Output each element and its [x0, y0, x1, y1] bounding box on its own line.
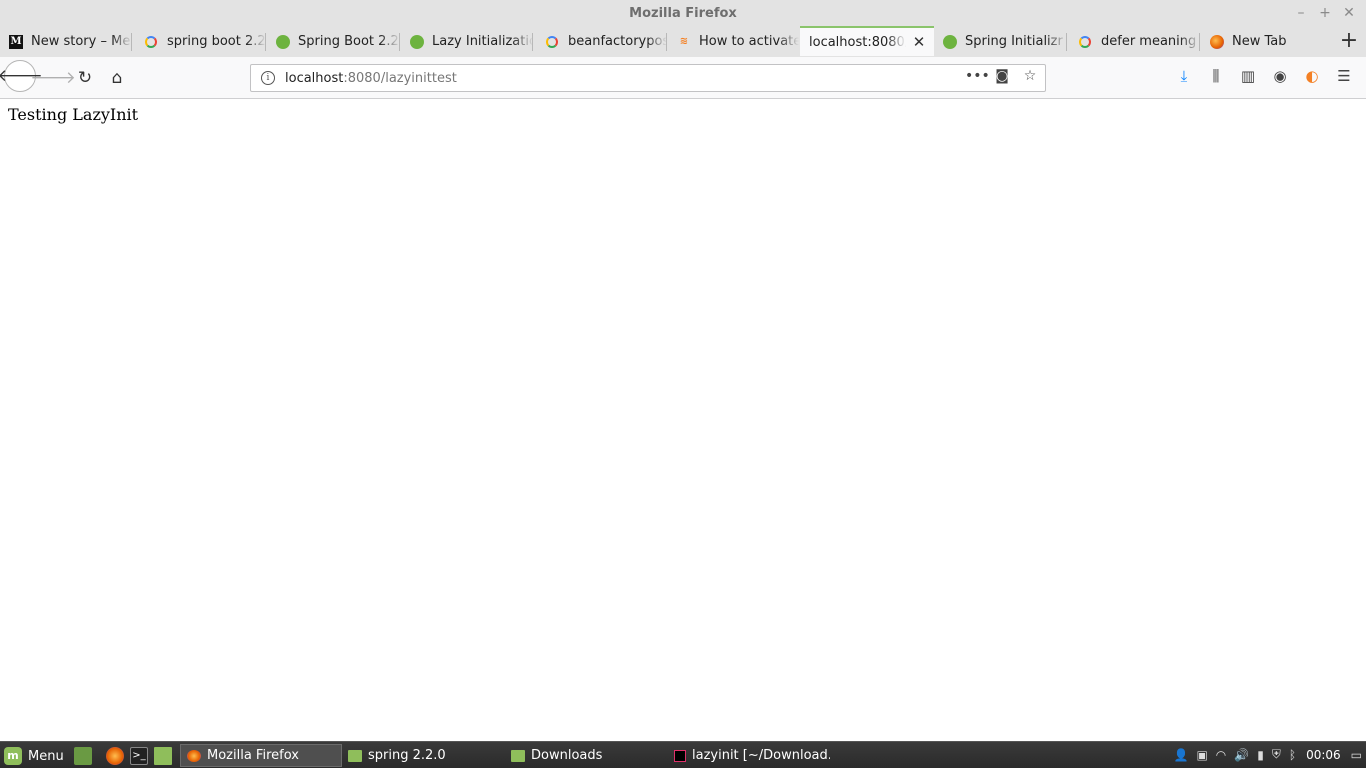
pocket-icon[interactable]: ◙	[993, 68, 1011, 84]
tab-spring-initializr[interactable]: Spring Initializr	[934, 27, 1067, 56]
tab-localhost-active[interactable]: localhost:8080/lazyinittest ✕	[800, 26, 934, 56]
tab-label: How to activate	[699, 34, 799, 49]
spring-icon	[410, 34, 424, 49]
window-titlebar[interactable]: Mozilla Firefox – + ✕	[0, 0, 1366, 27]
account-icon[interactable]: ◉	[1264, 67, 1296, 85]
mint-logo-icon: m	[4, 747, 22, 765]
close-tab-icon[interactable]: ✕	[912, 33, 926, 51]
clipboard-icon[interactable]: ▣	[1196, 748, 1207, 762]
home-icon: ⌂	[111, 68, 123, 88]
extension-icon[interactable]: ◐	[1296, 67, 1328, 85]
forward-button[interactable]: 🡒	[30, 65, 76, 91]
tab-label: defer meaning -	[1101, 34, 1200, 49]
shield-icon[interactable]: ⛨	[1272, 747, 1281, 762]
google-icon	[145, 35, 157, 48]
spring-icon	[943, 34, 957, 49]
taskbar-window-label: spring 2.2.0	[368, 748, 446, 763]
maximize-icon[interactable]: +	[1318, 4, 1332, 22]
taskbar-window-spring[interactable]: spring 2.2.0	[342, 744, 504, 767]
toolbar-right: ⤓ ⫼ ▥ ◉ ◐ ☰	[1168, 67, 1360, 85]
tab-strip: M New story – Medium spring boot 2.2.0 S…	[0, 26, 1366, 57]
google-icon	[546, 35, 558, 48]
tab-stackoverflow[interactable]: ≋ How to activate	[667, 27, 799, 56]
hamburger-menu-icon[interactable]: ☰	[1328, 67, 1360, 85]
close-window-icon[interactable]: ✕	[1342, 4, 1356, 22]
tab-label: New story – Medium	[31, 34, 132, 49]
tab-label: Spring Boot 2.2.0	[298, 34, 400, 49]
tab-spring-boot[interactable]: Spring Boot 2.2.0	[267, 27, 400, 56]
url-path: :8080/lazyinittest	[343, 70, 457, 86]
system-tray: 👤 ▣ ◠ 🔊 ▮ ⛨ ᛒ 00:06 ▭	[1174, 747, 1363, 762]
intellij-icon	[674, 749, 686, 762]
menu-label: Menu	[28, 748, 64, 764]
navigation-toolbar: 🡐 🡒 ↻ ⌂ i localhost:8080/lazyinittest ••…	[0, 57, 1366, 99]
tab-google-spring-boot[interactable]: spring boot 2.2.0	[133, 27, 266, 56]
tab-label: New Tab	[1232, 34, 1287, 49]
google-icon	[1079, 35, 1091, 48]
firefox-icon	[187, 749, 201, 762]
tab-defer-meaning[interactable]: defer meaning -	[1067, 27, 1200, 56]
url-host: localhost	[285, 70, 344, 86]
wifi-icon[interactable]: ◠	[1216, 748, 1226, 762]
page-content: Testing LazyInit	[0, 99, 1366, 741]
tab-label: spring boot 2.2.0	[167, 34, 266, 49]
library-icon[interactable]: ⫼	[1200, 67, 1232, 85]
taskbar-window-label: Downloads	[531, 748, 603, 763]
sidebar-icon[interactable]: ▥	[1232, 67, 1264, 85]
clock[interactable]: 00:06	[1306, 748, 1341, 762]
folder-icon	[511, 749, 525, 762]
tab-label: beanfactorypost	[568, 34, 667, 49]
page-actions-icon[interactable]: •••	[965, 68, 990, 84]
folder-icon	[348, 749, 362, 762]
downloads-icon[interactable]: ⤓	[1168, 67, 1200, 85]
tab-label: Spring Initializr	[965, 34, 1063, 49]
stackoverflow-icon: ≋	[679, 36, 689, 47]
taskbar: m Menu >_ Mozilla Firefox spring 2.2.0 D…	[0, 741, 1366, 768]
desktop: Mozilla Firefox – + ✕ M New story – Medi…	[0, 0, 1366, 768]
volume-icon[interactable]: 🔊	[1234, 748, 1249, 762]
tab-new-tab[interactable]: New Tab	[1200, 27, 1333, 56]
tab-medium[interactable]: M New story – Medium	[0, 27, 132, 56]
url-bar[interactable]: i localhost:8080/lazyinittest ••• ◙ ☆	[250, 64, 1046, 92]
taskbar-window-firefox[interactable]: Mozilla Firefox	[180, 744, 342, 767]
taskbar-window-label: Mozilla Firefox	[207, 748, 299, 763]
start-menu-button[interactable]: m Menu	[4, 745, 64, 767]
medium-icon: M	[9, 34, 23, 49]
reload-icon: ↻	[77, 68, 93, 88]
window-title: Mozilla Firefox	[629, 6, 737, 21]
terminal-launcher-icon[interactable]: >_	[130, 747, 148, 765]
forward-arrow-icon: 🡒	[30, 68, 76, 88]
new-tab-button[interactable]: +	[1338, 27, 1360, 56]
bluetooth-icon[interactable]: ᛒ	[1289, 748, 1296, 762]
user-icon[interactable]: 👤	[1174, 748, 1189, 762]
files-launcher-icon[interactable]	[154, 747, 172, 765]
home-button[interactable]: ⌂	[104, 65, 130, 91]
taskbar-window-label: lazyinit [~/Download...	[692, 748, 830, 763]
power-icon[interactable]: ▮	[1257, 748, 1264, 762]
url-bar-actions: ••• ◙ ☆	[965, 68, 1039, 84]
taskbar-window-downloads[interactable]: Downloads	[505, 744, 667, 767]
tab-lazy-initialization[interactable]: Lazy Initialization	[400, 27, 533, 56]
spring-icon	[276, 34, 290, 49]
firefox-launcher-icon[interactable]	[106, 747, 124, 765]
taskbar-window-intellij[interactable]: lazyinit [~/Download...	[668, 744, 830, 767]
notification-icon[interactable]: ▭	[1351, 748, 1362, 762]
show-desktop-icon[interactable]	[74, 747, 92, 765]
site-info-icon[interactable]: i	[261, 71, 275, 85]
tab-label: localhost:8080/lazyinittest	[809, 34, 906, 50]
page-text: Testing LazyInit	[8, 105, 139, 124]
minimize-icon[interactable]: –	[1294, 4, 1308, 22]
reload-button[interactable]: ↻	[72, 65, 98, 91]
bookmark-star-icon[interactable]: ☆	[1021, 68, 1039, 84]
tab-beanfactorypost[interactable]: beanfactorypost	[534, 27, 667, 56]
firefox-icon	[1210, 34, 1224, 49]
tab-label: Lazy Initialization	[432, 34, 533, 49]
window-controls: – + ✕	[1294, 4, 1356, 22]
